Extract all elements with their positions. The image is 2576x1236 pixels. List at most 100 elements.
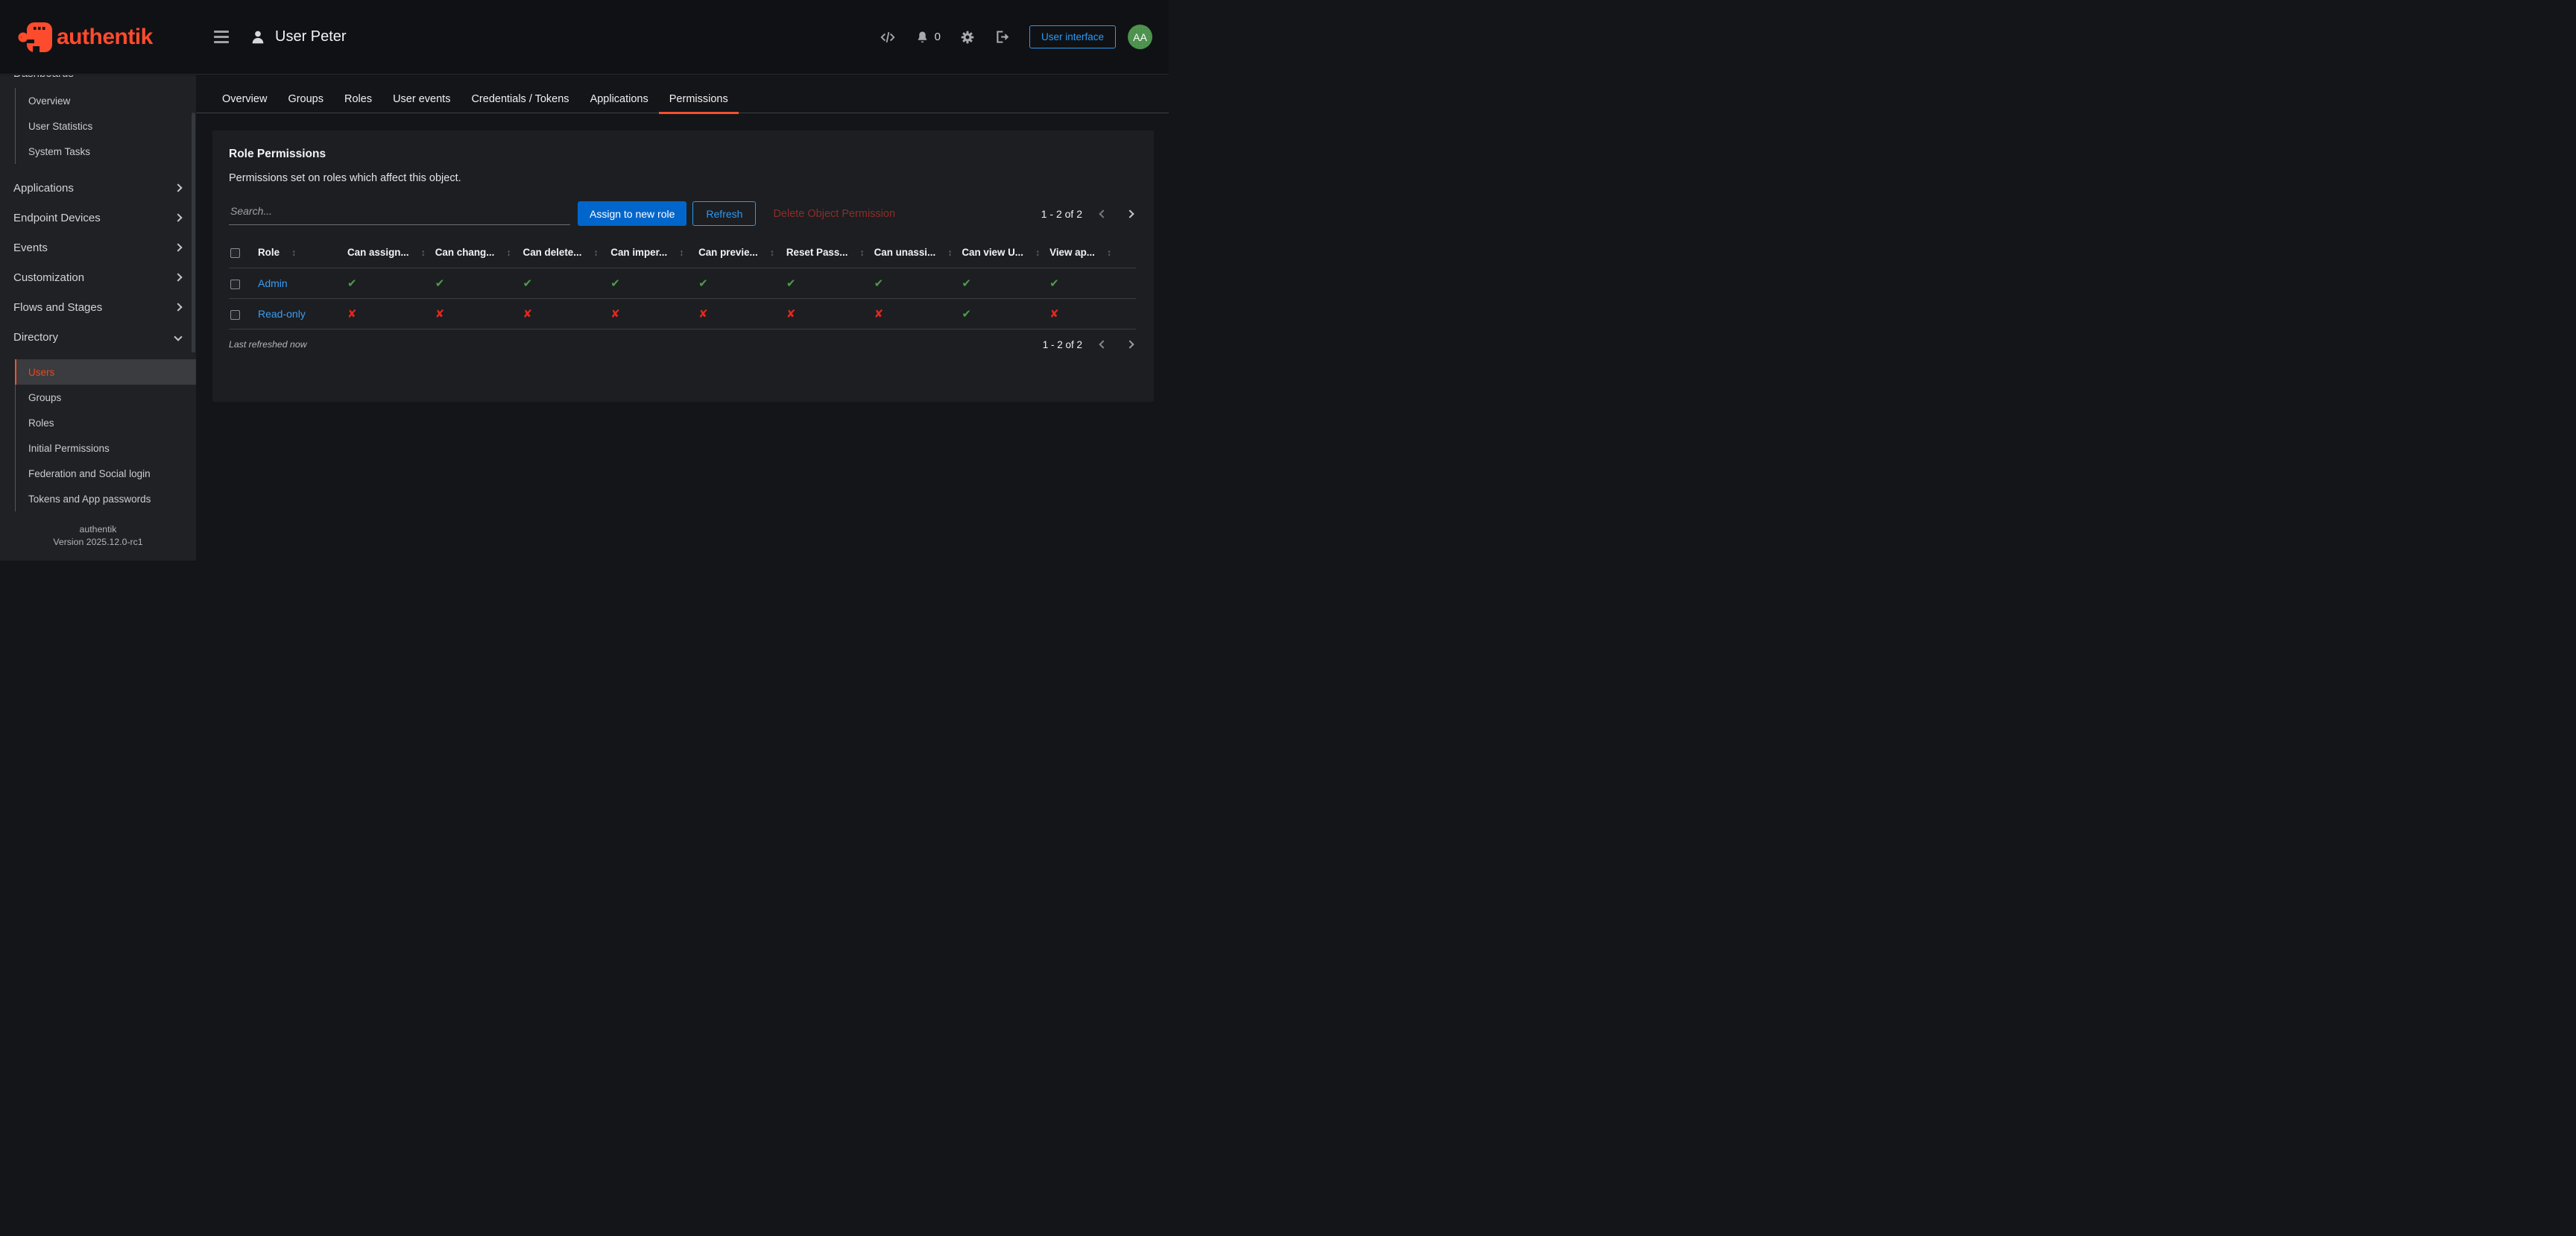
column-header: Can assign... <box>347 247 409 258</box>
sort-icon[interactable]: ↕ <box>421 247 426 258</box>
card-footer: Last refreshed now 1 - 2 of 2 <box>229 338 1136 350</box>
column-header: Reset Pass... <box>786 247 848 258</box>
check-icon: ✔ <box>874 277 884 290</box>
sidebar-item-endpoint-devices[interactable]: Endpoint Devices <box>0 203 196 233</box>
app-window: authentik User Peter 0 User interface <box>0 0 1169 561</box>
role-permissions-table: Role↕Can assign...↕Can chang...↕Can dele… <box>229 241 1136 330</box>
tab-applications[interactable]: Applications <box>580 75 659 113</box>
cross-icon: ✘ <box>1049 308 1059 321</box>
sign-out-button[interactable] <box>994 29 1010 45</box>
column-header: Can previe... <box>698 247 758 258</box>
sidebar-item-users[interactable]: Users <box>15 359 196 385</box>
tab-permissions[interactable]: Permissions <box>659 75 739 113</box>
check-icon: ✔ <box>435 277 445 290</box>
sidebar-item-applications[interactable]: Applications <box>0 173 196 203</box>
sort-icon[interactable]: ↕ <box>859 247 864 258</box>
pagination-prev-button[interactable] <box>1097 208 1109 220</box>
check-icon: ✔ <box>786 277 796 290</box>
column-header: Can view U... <box>962 247 1023 258</box>
check-icon: ✔ <box>962 277 971 290</box>
sidebar-item-user-statistics[interactable]: User Statistics <box>15 113 196 139</box>
sidebar-scrollbar[interactable] <box>192 113 195 353</box>
table-body: Admin✔✔✔✔✔✔✔✔✔Read-only✘✘✘✘✘✘✘✔✘ <box>229 268 1136 330</box>
column-header: Role <box>258 247 280 258</box>
sort-icon[interactable]: ↕ <box>1107 247 1111 258</box>
sidebar-item-federation-social-login[interactable]: Federation and Social login <box>15 461 196 486</box>
sidebar-item-system-tasks[interactable]: System Tasks <box>15 139 196 164</box>
row-checkbox[interactable] <box>230 310 240 320</box>
sort-icon[interactable]: ↕ <box>679 247 684 258</box>
chevron-right-icon <box>174 273 182 281</box>
authentik-logo-icon <box>18 22 52 53</box>
column-header: Can chang... <box>435 247 495 258</box>
sidebar: Dashboards Overview User Statistics Syst… <box>0 75 196 561</box>
sort-icon[interactable]: ↕ <box>770 247 774 258</box>
cross-icon: ✘ <box>610 308 620 321</box>
app-name: authentik <box>0 523 196 536</box>
user-interface-button[interactable]: User interface <box>1029 25 1116 48</box>
pagination-next-button[interactable] <box>1124 208 1136 220</box>
tab-credentials-tokens[interactable]: Credentials / Tokens <box>461 75 579 113</box>
column-header: View ap... <box>1049 247 1095 258</box>
card-description: Permissions set on roles which affect th… <box>229 172 1136 184</box>
refresh-button[interactable]: Refresh <box>692 201 756 226</box>
sidebar-item-initial-permissions[interactable]: Initial Permissions <box>15 435 196 461</box>
sidebar-toggle-button[interactable] <box>209 26 233 48</box>
notifications-button[interactable]: 0 <box>915 30 941 45</box>
cross-icon: ✘ <box>523 308 533 321</box>
role-link[interactable]: Read-only <box>258 308 306 320</box>
check-icon: ✔ <box>347 277 357 290</box>
assign-to-new-role-button[interactable]: Assign to new role <box>578 201 686 226</box>
check-icon: ✔ <box>698 277 708 290</box>
tab-groups[interactable]: Groups <box>277 75 334 113</box>
tab-user-events[interactable]: User events <box>382 75 461 113</box>
brand-logo[interactable]: authentik <box>0 22 196 53</box>
chevron-right-icon <box>1126 340 1134 348</box>
settings-button[interactable] <box>960 30 975 45</box>
sidebar-item-groups[interactable]: Groups <box>15 385 196 410</box>
brand-wordmark: authentik <box>57 25 153 50</box>
tab-roles[interactable]: Roles <box>334 75 382 113</box>
sidebar-item-roles[interactable]: Roles <box>15 410 196 435</box>
sidebar-item-dashboards[interactable]: Dashboards <box>0 75 196 81</box>
check-icon: ✔ <box>610 277 620 290</box>
user-icon <box>250 29 266 45</box>
sign-out-icon <box>994 29 1010 45</box>
sort-icon[interactable]: ↕ <box>593 247 598 258</box>
api-browser-button[interactable] <box>880 29 896 45</box>
role-link[interactable]: Admin <box>258 277 288 289</box>
select-all-checkbox[interactable] <box>230 248 240 258</box>
chevron-right-icon <box>174 243 182 251</box>
search-input[interactable] <box>229 203 570 225</box>
app-header: authentik User Peter 0 User interface <box>0 0 1169 75</box>
header-actions: 0 User interface AA <box>860 25 1169 49</box>
directory-subnav: Users Groups Roles Initial Permissions F… <box>15 359 196 511</box>
sort-icon[interactable]: ↕ <box>947 247 952 258</box>
pagination-prev-button[interactable] <box>1097 338 1109 350</box>
sidebar-item-customization[interactable]: Customization <box>0 262 196 292</box>
sidebar-item-events[interactable]: Events <box>0 233 196 262</box>
chevron-left-icon <box>1099 340 1107 348</box>
sidebar-footer: authentik Version 2025.12.0-rc1 <box>0 523 196 549</box>
sidebar-item-overview[interactable]: Overview <box>15 88 196 113</box>
row-checkbox[interactable] <box>230 280 240 289</box>
avatar[interactable]: AA <box>1128 25 1152 49</box>
main-nav: Applications Endpoint Devices Events Cus… <box>0 173 196 352</box>
tab-overview[interactable]: Overview <box>212 75 277 113</box>
pagination-range: 1 - 2 of 2 <box>1041 208 1082 220</box>
sidebar-item-directory[interactable]: Directory <box>0 322 196 352</box>
sidebar-item-flows-and-stages[interactable]: Flows and Stages <box>0 292 196 322</box>
cross-icon: ✘ <box>435 308 445 321</box>
sidebar-item-tokens-app-passwords[interactable]: Tokens and App passwords <box>15 486 196 511</box>
pagination-range: 1 - 2 of 2 <box>1043 339 1082 350</box>
sort-icon[interactable]: ↕ <box>291 247 296 258</box>
sort-icon[interactable]: ↕ <box>1035 247 1040 258</box>
column-header: Can unassi... <box>874 247 936 258</box>
pagination-next-button[interactable] <box>1124 338 1136 350</box>
delete-object-permission-button[interactable]: Delete Object Permission <box>773 208 895 220</box>
dashboards-subnav: Overview User Statistics System Tasks <box>15 88 196 164</box>
chevron-right-icon <box>174 183 182 192</box>
chevron-right-icon <box>1126 209 1134 218</box>
bell-icon <box>915 30 929 45</box>
sort-icon[interactable]: ↕ <box>506 247 511 258</box>
